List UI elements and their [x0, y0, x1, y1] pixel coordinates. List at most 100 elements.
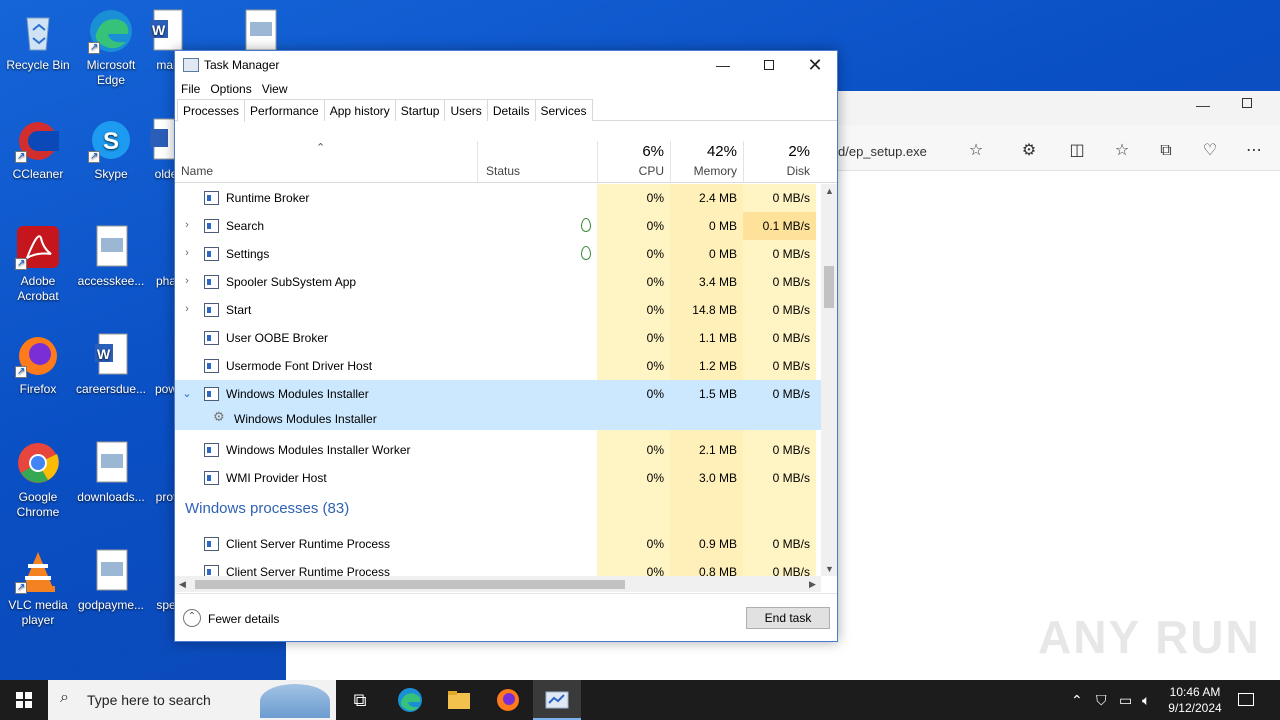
desktop-icon-label: accesskee...	[77, 274, 145, 288]
tab-services[interactable]: Services	[534, 99, 593, 121]
vertical-scrollbar[interactable]: ▲ ▼	[821, 184, 837, 576]
desktop-icon-ccleaner[interactable]: CCleaner	[0, 117, 76, 182]
disk-label: Disk	[786, 164, 810, 178]
desktop-icon-firefox[interactable]: Firefox	[0, 332, 76, 397]
table-row[interactable]: Windows Modules Installer Worker 0% 2.1 …	[175, 436, 821, 464]
minimize-icon[interactable]: —	[1196, 97, 1210, 113]
system-clock[interactable]: 10:46 AM 9/12/2024	[1162, 684, 1228, 716]
tab-details[interactable]: Details	[486, 99, 536, 121]
process-name: Client Server Runtime Process	[226, 537, 391, 551]
table-row[interactable]: › Search 0% 0 MB 0.1 MB/s	[175, 212, 821, 240]
memory-value: 2.1 MB	[698, 443, 737, 457]
chevron-right-icon[interactable]: ›	[181, 247, 193, 259]
taskbar-task-manager-icon[interactable]	[533, 680, 581, 720]
extensions-icon[interactable]: ⚙	[1019, 141, 1039, 161]
disk-value: 0 MB/s	[772, 191, 810, 205]
column-status[interactable]: Status	[477, 141, 597, 183]
menu-file[interactable]: File	[181, 79, 206, 99]
tab-users[interactable]: Users	[444, 99, 488, 121]
desktop-icon-skype[interactable]: S Skype	[73, 117, 149, 182]
desktop-icon-edge[interactable]: Microsoft Edge	[73, 8, 149, 88]
chevron-right-icon[interactable]: ›	[181, 303, 193, 315]
horizontal-scroll-thumb[interactable]	[195, 580, 625, 589]
favorites-icon[interactable]: ☆	[1112, 141, 1132, 161]
chevron-right-icon[interactable]: ›	[181, 219, 193, 231]
start-button[interactable]	[0, 680, 48, 720]
fewer-details-link[interactable]: Fewer details	[208, 612, 279, 626]
cpu-value: 0%	[646, 275, 664, 289]
cpu-value: 0%	[646, 191, 664, 205]
desktop-icon-acrobat[interactable]: Adobe Acrobat	[0, 224, 76, 304]
table-row[interactable]: › Spooler SubSystem App 0% 3.4 MB 0 MB/s	[175, 268, 821, 296]
end-task-button[interactable]: End task	[746, 607, 830, 629]
desktop-icon-label: godpayme...	[77, 598, 145, 612]
cpu-value: 0%	[646, 331, 664, 345]
taskbar-edge-icon[interactable]	[386, 680, 434, 720]
security-icon[interactable]: ⛉	[1096, 680, 1107, 720]
image-file-icon	[93, 548, 129, 594]
table-row[interactable]: Client Server Runtime Process 0% 0.8 MB …	[175, 558, 821, 576]
more-options-icon[interactable]: ⋯	[1244, 141, 1264, 161]
desktop-icon-downloads[interactable]: downloads...	[73, 440, 149, 505]
maximize-button[interactable]	[746, 51, 792, 79]
desktop-icon-recycle-bin[interactable]: Recycle Bin	[0, 8, 76, 73]
desktop-icon-chrome[interactable]: Google Chrome	[0, 440, 76, 520]
task-view-icon[interactable]: ⧉	[336, 680, 384, 720]
selected-table-row[interactable]: ⌄ Windows Modules Installer 0% 1.5 MB 0 …	[175, 380, 821, 430]
table-row[interactable]: Usermode Font Driver Host 0% 1.2 MB 0 MB…	[175, 352, 821, 380]
column-cpu[interactable]: 6% CPU	[597, 141, 670, 183]
column-memory[interactable]: 42% Memory	[670, 141, 743, 183]
desktop-icon-label: VLC media player	[8, 598, 68, 627]
chevron-up-icon[interactable]: ⌃	[183, 609, 201, 627]
table-row[interactable]: › Settings 0% 0 MB 0 MB/s	[175, 240, 821, 268]
tab-startup[interactable]: Startup	[394, 99, 446, 121]
taskbar-firefox-icon[interactable]	[484, 680, 532, 720]
chevron-right-icon[interactable]: ›	[181, 275, 193, 287]
scroll-right-icon[interactable]: ▶	[809, 579, 816, 590]
collections-icon[interactable]: ⧉	[1156, 141, 1176, 161]
desktop-icon-label: downloads...	[77, 490, 145, 504]
column-disk[interactable]: 2% Disk	[743, 141, 816, 183]
show-hidden-icons-icon[interactable]: ⌃	[1071, 680, 1083, 720]
edge-address-bar[interactable]: d/ep_setup.exe	[838, 144, 927, 159]
scroll-up-icon[interactable]: ▲	[825, 186, 834, 196]
process-name: User OOBE Broker	[226, 331, 329, 345]
close-button[interactable]: ✕	[792, 51, 838, 79]
tab-processes[interactable]: Processes	[177, 99, 246, 122]
chevron-down-icon[interactable]: ⌄	[181, 387, 193, 400]
maximize-icon[interactable]	[1242, 98, 1252, 108]
vertical-scroll-thumb[interactable]	[824, 266, 834, 308]
table-row[interactable]: WMI Provider Host 0% 3.0 MB 0 MB/s	[175, 464, 821, 492]
cpu-value: 0%	[646, 387, 664, 401]
memory-value: 0 MB	[708, 247, 737, 261]
column-name[interactable]: ⌃ Name	[175, 141, 477, 183]
scroll-left-icon[interactable]: ◀	[179, 579, 186, 590]
taskbar-search[interactable]: ⌕ Type here to search	[48, 680, 336, 720]
minimize-button[interactable]: —	[700, 51, 746, 79]
task-manager-window[interactable]: Task Manager — ✕ File Options View Proce…	[174, 50, 838, 642]
network-icon[interactable]: ▭	[1119, 680, 1132, 720]
browser-essentials-icon[interactable]: ♡	[1200, 141, 1220, 161]
tab-app-history[interactable]: App history	[323, 99, 396, 121]
table-row[interactable]: Runtime Broker 0% 2.4 MB 0 MB/s	[175, 184, 821, 212]
horizontal-scrollbar[interactable]: ◀ ▶	[175, 576, 821, 592]
title-bar[interactable]: Task Manager — ✕	[175, 51, 837, 79]
favorite-star-icon[interactable]: ☆	[966, 141, 986, 161]
desktop-icon-vlc[interactable]: VLC media player	[0, 548, 76, 628]
notifications-icon[interactable]	[1238, 680, 1258, 720]
menu-view[interactable]: View	[262, 79, 294, 99]
volume-icon[interactable]: 🔈︎	[1142, 680, 1150, 720]
table-row[interactable]: › Start 0% 14.8 MB 0 MB/s	[175, 296, 821, 324]
split-screen-icon[interactable]: ◫	[1067, 141, 1087, 161]
table-row[interactable]: Client Server Runtime Process 0% 0.9 MB …	[175, 530, 821, 558]
file-explorer-icon[interactable]	[435, 680, 483, 720]
desktop-icon-godpayme[interactable]: godpayme...	[73, 548, 149, 613]
scroll-down-icon[interactable]: ▼	[825, 564, 834, 574]
desktop-icon-label: Recycle Bin	[6, 58, 70, 72]
tab-performance[interactable]: Performance	[244, 99, 325, 121]
menu-options[interactable]: Options	[210, 79, 257, 99]
table-row[interactable]: User OOBE Broker 0% 1.1 MB 0 MB/s	[175, 324, 821, 352]
desktop-icon-careersdue[interactable]: W careersdue...	[73, 332, 149, 397]
group-header[interactable]: Windows processes (83)	[175, 494, 821, 530]
desktop-icon-accesskee[interactable]: accesskee...	[73, 224, 149, 289]
